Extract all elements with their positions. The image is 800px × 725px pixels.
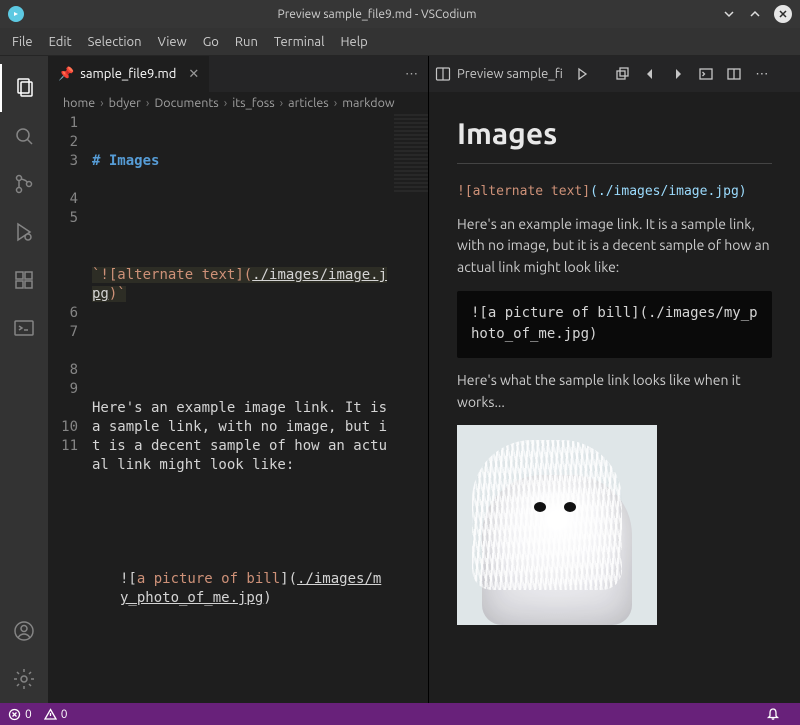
extensions-icon[interactable]	[0, 256, 48, 304]
terminal-icon[interactable]	[697, 67, 715, 81]
code-content[interactable]: # Images `![alternate text](./images/ima…	[92, 114, 428, 703]
crumb[interactable]: Documents	[154, 96, 218, 110]
menu-file[interactable]: File	[4, 35, 41, 49]
new-window-icon[interactable]	[613, 67, 631, 81]
account-icon[interactable]	[0, 607, 48, 655]
preview-pane: Preview sample_fi ⋯ Images ![alternate t…	[428, 56, 800, 703]
preview-paragraph: Here's what the sample link looks like w…	[457, 370, 772, 413]
pin-icon: 📌	[58, 67, 74, 82]
editor-tab[interactable]: 📌 sample_file9.md ✕	[48, 56, 210, 92]
editor-pane: 📌 sample_file9.md ✕ ⋯ home› bdyer› Docum…	[48, 56, 428, 703]
status-errors[interactable]: 0	[8, 708, 32, 721]
explorer-icon[interactable]	[0, 64, 48, 112]
tab-label: sample_file9.md	[80, 67, 176, 81]
preview-inline-code: ![alternate text](./images/image.jpg)	[457, 184, 747, 199]
menu-selection[interactable]: Selection	[80, 35, 150, 49]
preview-icon	[435, 66, 451, 82]
prev-icon[interactable]	[641, 68, 659, 80]
menubar: File Edit Selection View Go Run Terminal…	[0, 28, 800, 56]
activitybar	[0, 56, 48, 703]
titlebar: Preview sample_file9.md - VSCodium ✕	[0, 0, 800, 28]
line-gutter: 1 2 3 4 5 6 7 8 9 10 11	[48, 114, 92, 703]
code-editor[interactable]: 1 2 3 4 5 6 7 8 9 10 11	[48, 114, 428, 703]
editor-more-icon[interactable]: ⋯	[395, 67, 428, 82]
window-title: Preview sample_file9.md - VSCodium	[32, 8, 722, 21]
minimize-button[interactable]	[722, 7, 736, 21]
crumb[interactable]: bdyer	[109, 96, 141, 110]
menu-terminal[interactable]: Terminal	[266, 35, 333, 49]
menu-go[interactable]: Go	[195, 35, 227, 49]
run-preview-icon[interactable]	[573, 67, 591, 81]
preview-paragraph: Here's an example image link. It is a sa…	[457, 214, 772, 279]
preview-tabs: Preview sample_fi ⋯	[429, 56, 800, 92]
preview-codeblock: ![a picture of bill](./images/my_photo_o…	[457, 291, 772, 358]
menu-edit[interactable]: Edit	[41, 35, 80, 49]
app-icon	[8, 6, 24, 22]
breadcrumbs[interactable]: home› bdyer› Documents› its_foss› articl…	[48, 92, 428, 114]
statusbar: 0 0	[0, 703, 800, 725]
preview-tab[interactable]: Preview sample_fi	[435, 66, 563, 82]
status-bell-icon[interactable]	[766, 707, 780, 721]
close-button[interactable]: ✕	[774, 5, 792, 23]
status-warnings[interactable]: 0	[44, 708, 68, 721]
search-icon[interactable]	[0, 112, 48, 160]
crumb[interactable]: articles	[288, 96, 329, 110]
preview-body[interactable]: Images ![alternate text](./images/image.…	[429, 92, 800, 703]
crumb[interactable]: home	[63, 96, 95, 110]
maximize-button[interactable]	[748, 7, 762, 21]
preview-heading: Images	[457, 110, 772, 164]
menu-run[interactable]: Run	[227, 35, 266, 49]
editor-tabs: 📌 sample_file9.md ✕ ⋯	[48, 56, 428, 92]
preview-image	[457, 425, 657, 625]
preview-tab-label: Preview sample_fi	[457, 67, 563, 81]
split-icon[interactable]	[725, 67, 743, 81]
next-icon[interactable]	[669, 68, 687, 80]
run-debug-icon[interactable]	[0, 208, 48, 256]
crumb[interactable]: its_foss	[232, 96, 274, 110]
crumb[interactable]: markdow	[342, 96, 394, 110]
preview-more-icon[interactable]: ⋯	[753, 67, 771, 82]
terminal-panel-icon[interactable]	[0, 304, 48, 352]
source-control-icon[interactable]	[0, 160, 48, 208]
tab-close-icon[interactable]: ✕	[188, 67, 199, 82]
minimap[interactable]	[394, 114, 428, 194]
menu-view[interactable]: View	[150, 35, 195, 49]
settings-icon[interactable]	[0, 655, 48, 703]
menu-help[interactable]: Help	[332, 35, 375, 49]
